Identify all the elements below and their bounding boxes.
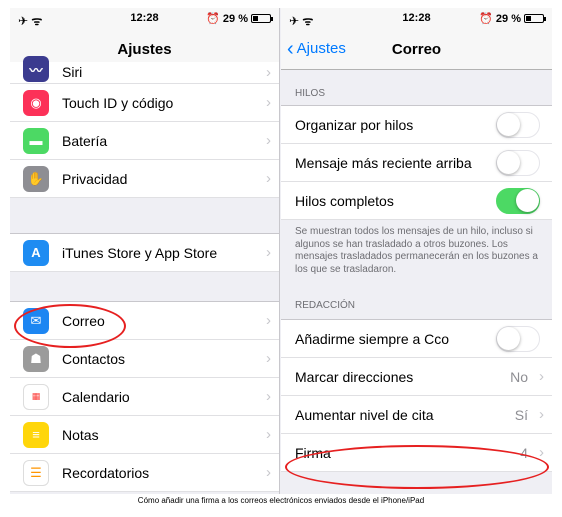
siri-icon: 〰: [23, 56, 49, 82]
battery-fill: [526, 16, 531, 21]
contacts-icon: ☗: [23, 345, 49, 372]
settings-item-itunes-app-store[interactable]: A iTunes Store y App Store ›: [10, 234, 279, 272]
chevron-right-icon: ›: [539, 406, 544, 423]
chevron-right-icon: ›: [266, 464, 271, 481]
row-value: Sí: [514, 406, 528, 423]
battery-percent: 29 %: [222, 12, 248, 25]
page-title: Correo: [391, 41, 442, 58]
setting-row-signature[interactable]: Firma 4 ›: [281, 434, 552, 472]
settings-item-label: iTunes Store y App Store: [62, 244, 218, 261]
row-label: Hilos completos: [295, 192, 394, 209]
recent-on-top-toggle[interactable]: [496, 149, 540, 176]
settings-item-label: Notas: [62, 426, 99, 443]
row-label: Organizar por hilos: [295, 116, 414, 133]
chevron-right-icon: ›: [266, 350, 271, 367]
settings-item-battery[interactable]: ▬ Batería ›: [10, 122, 279, 160]
settings-item-mail[interactable]: ✉ Correo ›: [10, 302, 279, 340]
settings-group-apps: ✉ Correo › ☗ Contactos › ▦ Calendario › …: [10, 302, 279, 492]
settings-item-siri[interactable]: 〰 Siri ›: [10, 56, 279, 84]
mail-navbar: ‹ Ajustes Correo: [281, 30, 552, 70]
toggle-knob: [497, 150, 520, 174]
group-gap: [10, 198, 279, 234]
settings-item-touch-id[interactable]: ◉ Touch ID y código ›: [10, 84, 279, 122]
chevron-right-icon: ›: [266, 388, 271, 405]
toggle-row-organize-threads: Organizar por hilos: [281, 106, 552, 144]
toggle-row-always-bcc: Añadirme siempre a Cco: [281, 320, 552, 358]
settings-panel: ✈ ᯤ 12:28 ⏰ 29 % Ajustes 〰 Siri › ◉ Touc…: [10, 8, 280, 494]
row-label: Mensaje más reciente arriba: [295, 154, 472, 171]
status-bar: ✈ ᯤ 12:28 ⏰ 29 %: [10, 8, 279, 30]
settings-item-label: Contactos: [62, 350, 126, 367]
chevron-right-icon: ›: [266, 64, 271, 81]
row-label: Aumentar nivel de cita: [295, 406, 434, 423]
image-caption: Cómo añadir una firma a los correos elec…: [137, 496, 425, 505]
settings-item-privacy[interactable]: ✋ Privacidad ›: [10, 160, 279, 198]
complete-threads-toggle[interactable]: [496, 187, 540, 214]
chevron-right-icon: ›: [266, 312, 271, 329]
calendar-icon: ▦: [23, 383, 49, 410]
status-right: ⏰ 29 %: [206, 12, 273, 25]
section-header-threads: HILOS: [281, 70, 552, 106]
settings-item-label: Calendario: [62, 388, 130, 405]
mail-settings-panel: ✈ ᯤ 12:28 ⏰ 29 % ‹ Ajustes Correo HILOS …: [281, 8, 552, 494]
chevron-right-icon: ›: [266, 170, 271, 187]
group-gap: [10, 272, 279, 302]
app-store-icon: A: [23, 239, 49, 266]
toggle-knob: [497, 326, 520, 350]
section-header-compose: REDACCIÓN: [281, 292, 552, 320]
settings-item-label: Privacidad: [62, 170, 128, 187]
chevron-right-icon: ›: [266, 244, 271, 261]
hand-icon: ✋: [23, 165, 49, 192]
toggle-row-recent-on-top: Mensaje más reciente arriba: [281, 144, 552, 182]
row-value: No: [510, 368, 528, 385]
settings-item-contacts[interactable]: ☗ Contactos ›: [10, 340, 279, 378]
notes-icon: ≡: [23, 421, 49, 448]
toggle-knob: [516, 188, 539, 212]
chevron-right-icon: ›: [266, 132, 271, 149]
toggle-knob: [497, 112, 520, 136]
settings-item-reminders[interactable]: ☰ Recordatorios ›: [10, 454, 279, 492]
settings-item-label: Touch ID y código: [62, 94, 174, 111]
settings-item-calendar[interactable]: ▦ Calendario ›: [10, 378, 279, 416]
status-right: ⏰ 29 %: [479, 12, 546, 25]
alarm-icon: ⏰: [479, 13, 493, 25]
mail-icon: ✉: [23, 307, 49, 334]
battery-indicator-icon: [524, 14, 546, 23]
settings-item-label: Correo: [62, 312, 105, 329]
chevron-right-icon: ›: [266, 94, 271, 111]
reminders-icon: ☰: [23, 459, 49, 486]
alarm-icon: ⏰: [206, 13, 220, 25]
chevron-right-icon: ›: [539, 368, 544, 385]
chevron-right-icon: ›: [266, 426, 271, 443]
page-title: Ajustes: [117, 41, 172, 58]
organize-threads-toggle[interactable]: [496, 111, 540, 138]
settings-item-label: Siri: [62, 64, 83, 80]
battery-icon: ▬: [23, 127, 49, 154]
setting-row-increase-quote-level[interactable]: Aumentar nivel de cita Sí ›: [281, 396, 552, 434]
battery-fill: [253, 16, 258, 21]
always-bcc-toggle[interactable]: [496, 325, 540, 352]
fingerprint-icon: ◉: [23, 89, 49, 116]
screenshot-frame: ✈ ᯤ 12:28 ⏰ 29 % Ajustes 〰 Siri › ◉ Touc…: [10, 8, 552, 494]
row-label: Marcar direcciones: [295, 368, 414, 385]
chevron-right-icon: ›: [539, 444, 544, 461]
battery-percent: 29 %: [495, 12, 521, 25]
settings-group-store: A iTunes Store y App Store ›: [10, 234, 279, 272]
toggle-row-complete-threads: Hilos completos: [281, 182, 552, 220]
status-bar: ✈ ᯤ 12:28 ⏰ 29 %: [281, 8, 552, 30]
setting-row-mark-addresses[interactable]: Marcar direcciones No ›: [281, 358, 552, 396]
settings-item-label: Batería: [62, 132, 108, 149]
row-label: Firma: [295, 444, 331, 461]
settings-item-label: Recordatorios: [62, 464, 150, 481]
settings-item-notes[interactable]: ≡ Notas ›: [10, 416, 279, 454]
battery-indicator-icon: [251, 14, 273, 23]
settings-group-top: 〰 Siri › ◉ Touch ID y código › ▬ Batería…: [10, 56, 279, 198]
row-value: 4: [520, 444, 528, 461]
row-label: Añadirme siempre a Cco: [295, 330, 450, 347]
threads-footnote: Se muestran todos los mensajes de un hil…: [295, 226, 538, 275]
